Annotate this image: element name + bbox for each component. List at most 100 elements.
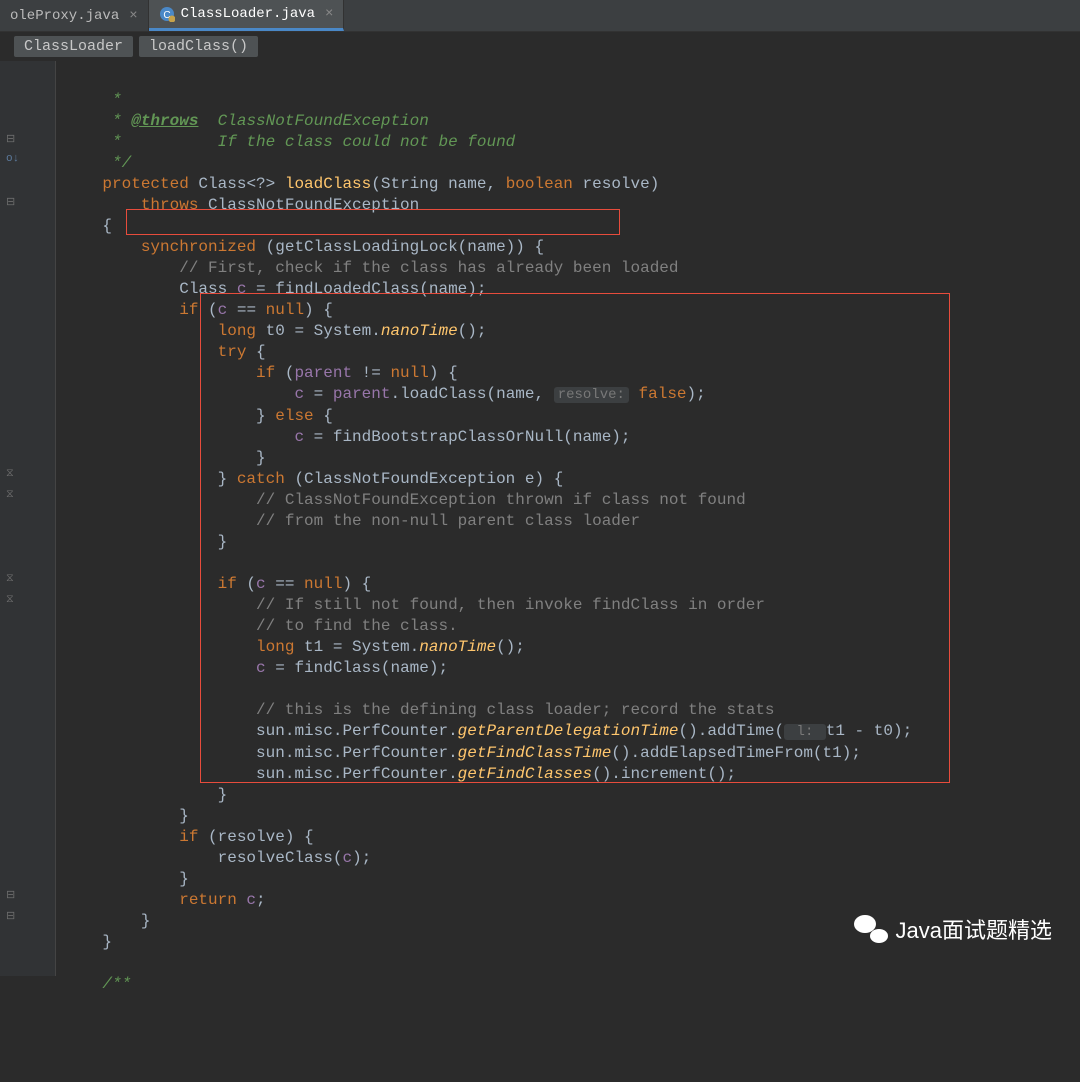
code-line: resolveClass( — [102, 849, 342, 867]
code-line: = findClass(name); — [266, 659, 448, 677]
code-line: * — [102, 91, 121, 109]
keyword: return — [102, 891, 236, 909]
javadoc-start: /** — [102, 975, 131, 993]
keyword: if — [102, 828, 198, 846]
keyword: long — [102, 638, 294, 656]
code-line: = — [304, 385, 333, 403]
comment: // ClassNotFoundException thrown if clas… — [102, 491, 745, 509]
code-line: { — [246, 343, 265, 361]
code-line: (ClassNotFoundException e) { — [285, 470, 563, 488]
variable: c — [237, 280, 247, 298]
fold-icon[interactable]: ⧖ — [6, 594, 14, 606]
variable: c — [102, 659, 265, 677]
close-icon[interactable]: × — [129, 8, 137, 24]
keyword: long — [102, 322, 256, 340]
code-editor[interactable]: * * @throws ClassNotFoundException * If … — [56, 61, 1080, 976]
comment: // to find the class. — [102, 617, 457, 635]
code-line: } — [102, 470, 236, 488]
code-line: } — [102, 786, 227, 804]
variable: c — [102, 385, 304, 403]
code-line: (); — [496, 638, 525, 656]
keyword: throws — [102, 196, 198, 214]
code-line: t0 = System. — [256, 322, 381, 340]
comment: // this is the defining class loader; re… — [102, 701, 774, 719]
keyword: if — [102, 301, 198, 319]
tab-label: oleProxy.java — [10, 8, 119, 24]
keyword: false — [629, 385, 687, 403]
code-line: (resolve) { — [198, 828, 313, 846]
code-line: sun.misc.PerfCounter. — [102, 722, 457, 740]
javadoc-tag: @throws — [131, 112, 198, 130]
code-line: = findLoadedClass(name); — [246, 280, 486, 298]
keyword: else — [275, 407, 313, 425]
comment: // First, check if the class has already… — [102, 259, 678, 277]
fold-icon[interactable]: ⧖ — [6, 573, 14, 585]
code-line: = findBootstrapClassOrNull(name); — [304, 428, 630, 446]
code-line: Class<?> — [189, 175, 285, 193]
code-line: } — [102, 807, 188, 825]
watermark-text: Java面试题精选 — [896, 913, 1052, 945]
watermark: Java面试题精选 — [854, 913, 1052, 945]
code-line: } — [102, 407, 275, 425]
code-line: ) { — [342, 575, 371, 593]
keyword: if — [102, 575, 236, 593]
code-line: resolve) — [573, 175, 659, 193]
method-italic: getParentDelegationTime — [458, 722, 679, 740]
keyword: null — [266, 301, 304, 319]
code-line: * — [102, 133, 121, 151]
fold-icon[interactable]: ⧖ — [6, 468, 14, 480]
code-line: ClassNotFoundException — [198, 196, 419, 214]
keyword: if — [102, 364, 275, 382]
code-line: == — [266, 575, 304, 593]
fold-icon[interactable]: ⊟ — [6, 909, 15, 923]
code-line: ; — [256, 891, 266, 909]
code-line: ) { — [304, 301, 333, 319]
code-line: { — [102, 217, 112, 235]
breadcrumb-class[interactable]: ClassLoader — [14, 36, 133, 57]
override-icon[interactable]: o↓ — [6, 153, 19, 165]
keyword: protected — [102, 175, 188, 193]
code-line: (String name, — [371, 175, 505, 193]
field: parent — [294, 364, 352, 382]
code-line: } — [102, 870, 188, 888]
code-line: != — [352, 364, 390, 382]
fold-icon[interactable]: ⊟ — [6, 888, 15, 902]
variable: c — [342, 849, 352, 867]
code-line: .loadClass(name, — [390, 385, 553, 403]
tab-file-1[interactable]: oleProxy.java × — [0, 0, 149, 31]
java-class-icon: C — [159, 6, 175, 22]
inlay-hint: l: — [784, 724, 826, 740]
keyword: try — [102, 343, 246, 361]
code-line: ().addElapsedTimeFrom(t1); — [611, 744, 861, 762]
gutter[interactable]: o↓ ⊟ ⊟ ⧖ ⧖ ⧖ ⧖ ⊟ ⊟ — [0, 61, 56, 976]
keyword: null — [390, 364, 428, 382]
code-line: */ — [102, 154, 131, 172]
fold-icon[interactable]: ⊟ — [6, 195, 15, 209]
method-name: loadClass — [285, 175, 371, 193]
fold-icon[interactable]: ⧖ — [6, 489, 14, 501]
code-line: ( — [275, 364, 294, 382]
method-italic: getFindClassTime — [458, 744, 612, 762]
keyword: null — [304, 575, 342, 593]
code-line: { — [314, 407, 333, 425]
code-line: } — [102, 533, 227, 551]
code-line: t1 = System. — [294, 638, 419, 656]
breadcrumb-method[interactable]: loadClass() — [139, 36, 258, 57]
keyword: catch — [237, 470, 285, 488]
code-line: } — [102, 912, 150, 930]
code-line: } — [102, 933, 112, 951]
code-line: (); — [458, 322, 487, 340]
code-line: * — [102, 112, 131, 130]
fold-icon[interactable]: ⊟ — [6, 132, 15, 146]
code-line: Class — [102, 280, 236, 298]
close-icon[interactable]: × — [325, 6, 333, 22]
code-line: == — [227, 301, 265, 319]
variable: c — [102, 428, 304, 446]
method-italic: getFindClasses — [458, 765, 592, 783]
comment: // If still not found, then invoke findC… — [102, 596, 765, 614]
comment: // from the non-null parent class loader — [102, 512, 640, 530]
tab-file-2[interactable]: C ClassLoader.java × — [149, 0, 345, 31]
variable: c — [237, 891, 256, 909]
code-line: ( — [237, 575, 256, 593]
code-line: ); — [687, 385, 706, 403]
